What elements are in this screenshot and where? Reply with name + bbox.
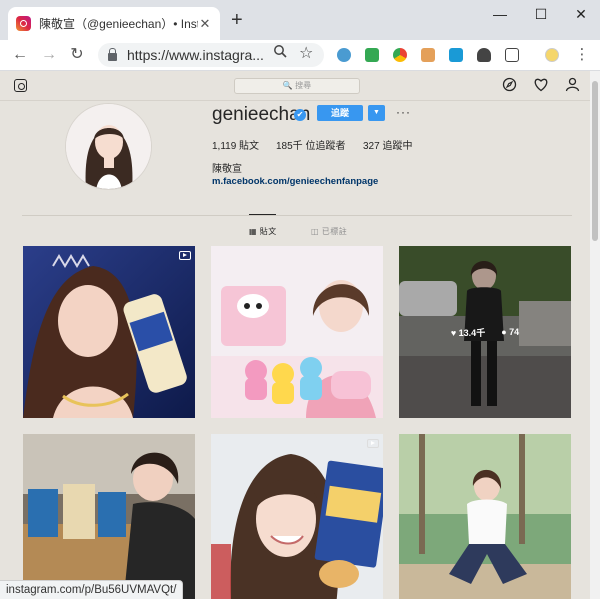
- profile-person-icon[interactable]: [565, 77, 580, 95]
- follow-button[interactable]: 追蹤: [317, 105, 363, 121]
- close-window-icon[interactable]: ✕: [571, 6, 591, 23]
- following-count[interactable]: 327 追蹤中: [363, 137, 412, 152]
- reload-icon[interactable]: ↻: [67, 45, 87, 65]
- instagram-nav-bar: 🔍 搜尋: [0, 71, 600, 101]
- post-thumbnail[interactable]: [211, 246, 383, 418]
- extension-screenshot-icon[interactable]: [505, 48, 519, 62]
- browser-tab-strip: 陳敬宣（@genieechan）• Instagram ✕ + — ☐ ✕: [0, 0, 600, 40]
- extension-box-icon[interactable]: [421, 48, 435, 62]
- video-indicator-icon: [367, 439, 379, 448]
- tab-tagged[interactable]: ◫ 已標註: [311, 226, 347, 237]
- zoom-icon[interactable]: [273, 44, 287, 61]
- post-comments-count: ● 74: [501, 327, 520, 337]
- explore-compass-icon[interactable]: [502, 77, 517, 95]
- post-thumbnail[interactable]: [23, 434, 195, 599]
- post-thumbnail[interactable]: [211, 434, 383, 599]
- instagram-logo-icon[interactable]: [14, 79, 27, 92]
- tab-posts[interactable]: ▦ 貼文: [249, 226, 277, 237]
- post-thumbnail[interactable]: ♥ 13.4千 ● 74: [399, 246, 571, 418]
- instagram-page: 🔍 搜尋 genieechan ✔ 追蹤 ▼ ··· 1,119 貼文 185千…: [0, 71, 600, 599]
- profile-divider: [22, 215, 572, 216]
- page-scrollbar[interactable]: [590, 71, 600, 599]
- followers-count[interactable]: 185千 位追蹤者: [276, 137, 345, 152]
- extension-globe-icon[interactable]: [337, 48, 351, 62]
- video-indicator-icon: [179, 251, 191, 260]
- browser-tab-instagram[interactable]: 陳敬宣（@genieechan）• Instagram ✕: [8, 7, 220, 40]
- profile-avatar-icon[interactable]: [545, 48, 559, 62]
- more-options-icon[interactable]: ···: [396, 105, 411, 119]
- address-bar-url[interactable]: https://www.instagra...: [127, 47, 264, 63]
- browser-tab-title: 陳敬宣（@genieechan）• Instagram: [39, 17, 198, 31]
- extension-chrome-icon[interactable]: [393, 48, 407, 62]
- profile-avatar[interactable]: [65, 103, 152, 190]
- new-tab-button[interactable]: +: [231, 9, 243, 31]
- browser-toolbar: ← → ↻ https://www.instagra... ☆ ⋮: [0, 40, 600, 71]
- extension-translate-icon[interactable]: [449, 48, 463, 62]
- close-tab-icon[interactable]: ✕: [198, 16, 212, 32]
- maximize-window-icon[interactable]: ☐: [531, 6, 551, 23]
- activity-heart-icon[interactable]: [533, 77, 549, 95]
- scrollbar-thumb[interactable]: [592, 81, 598, 241]
- status-bar-url: instagram.com/p/Bu56UVMAVQt/: [0, 580, 184, 599]
- extension-mail-icon[interactable]: [365, 48, 379, 62]
- extension-incognito-icon[interactable]: [477, 48, 491, 62]
- post-thumbnail[interactable]: [399, 434, 571, 599]
- instagram-search-input[interactable]: 🔍 搜尋: [234, 78, 360, 94]
- minimize-window-icon[interactable]: —: [490, 6, 510, 22]
- post-hover-overlay[interactable]: ♥ 13.4千 ● 74: [399, 246, 571, 418]
- suggestions-dropdown-button[interactable]: ▼: [368, 105, 385, 121]
- posts-count: 1,119 貼文: [212, 141, 260, 152]
- instagram-favicon-icon: [16, 16, 31, 31]
- post-likes-count: ♥ 13.4千: [450, 327, 486, 338]
- verified-badge-icon: ✔: [294, 109, 306, 121]
- lock-icon: [108, 47, 117, 61]
- post-thumbnail[interactable]: [23, 246, 195, 418]
- profile-full-name: 陳敬宣: [212, 164, 242, 175]
- browser-menu-icon[interactable]: ⋮: [572, 45, 592, 65]
- forward-arrow-icon[interactable]: →: [39, 45, 59, 65]
- back-arrow-icon[interactable]: ←: [10, 45, 30, 65]
- bookmark-star-icon[interactable]: ☆: [299, 43, 313, 63]
- address-bar[interactable]: https://www.instagra...: [98, 43, 324, 67]
- profile-external-link[interactable]: m.facebook.com/genieechenfanpage: [212, 176, 378, 187]
- active-tab-indicator: [249, 214, 276, 215]
